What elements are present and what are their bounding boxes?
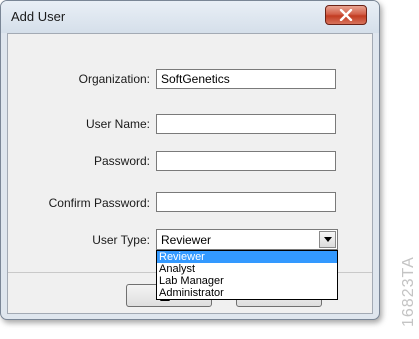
- user-name-label: User Name:: [85, 117, 150, 131]
- user-type-option-lab-manager[interactable]: Lab Manager: [157, 275, 337, 287]
- user-type-label: User Type:: [92, 233, 150, 247]
- password-label: Password:: [93, 154, 150, 168]
- watermark-text: 16823TA: [400, 256, 417, 327]
- confirm-password-label: Confirm Password:: [48, 196, 150, 210]
- title-bar: Add User: [1, 1, 379, 33]
- chevron-down-icon: [324, 237, 332, 242]
- add-user-dialog: Add User Organization: User Name: Passwo…: [0, 0, 380, 320]
- figure-watermark: 16823TA: [400, 232, 419, 332]
- screenshot-stage: Add User Organization: User Name: Passwo…: [0, 0, 419, 339]
- window-title: Add User: [11, 9, 66, 24]
- dialog-body: Organization: User Name: Password: Confi…: [7, 33, 373, 314]
- user-type-option-analyst[interactable]: Analyst: [157, 263, 337, 275]
- close-button[interactable]: [325, 5, 367, 25]
- organization-label: Organization:: [78, 72, 150, 86]
- confirm-password-field[interactable]: [156, 192, 336, 212]
- user-type-select[interactable]: Reviewer: [156, 229, 338, 250]
- user-type-value: Reviewer: [161, 233, 212, 247]
- user-type-option-administrator[interactable]: Administrator: [157, 287, 337, 299]
- user-type-option-reviewer[interactable]: Reviewer: [157, 251, 337, 263]
- close-icon: [339, 9, 353, 21]
- password-field[interactable]: [156, 151, 336, 171]
- user-type-dropdown-button[interactable]: [319, 231, 336, 248]
- user-type-options-list: Reviewer Analyst Lab Manager Administrat…: [156, 250, 338, 300]
- user-name-field[interactable]: [156, 114, 336, 134]
- organization-field[interactable]: [156, 69, 336, 89]
